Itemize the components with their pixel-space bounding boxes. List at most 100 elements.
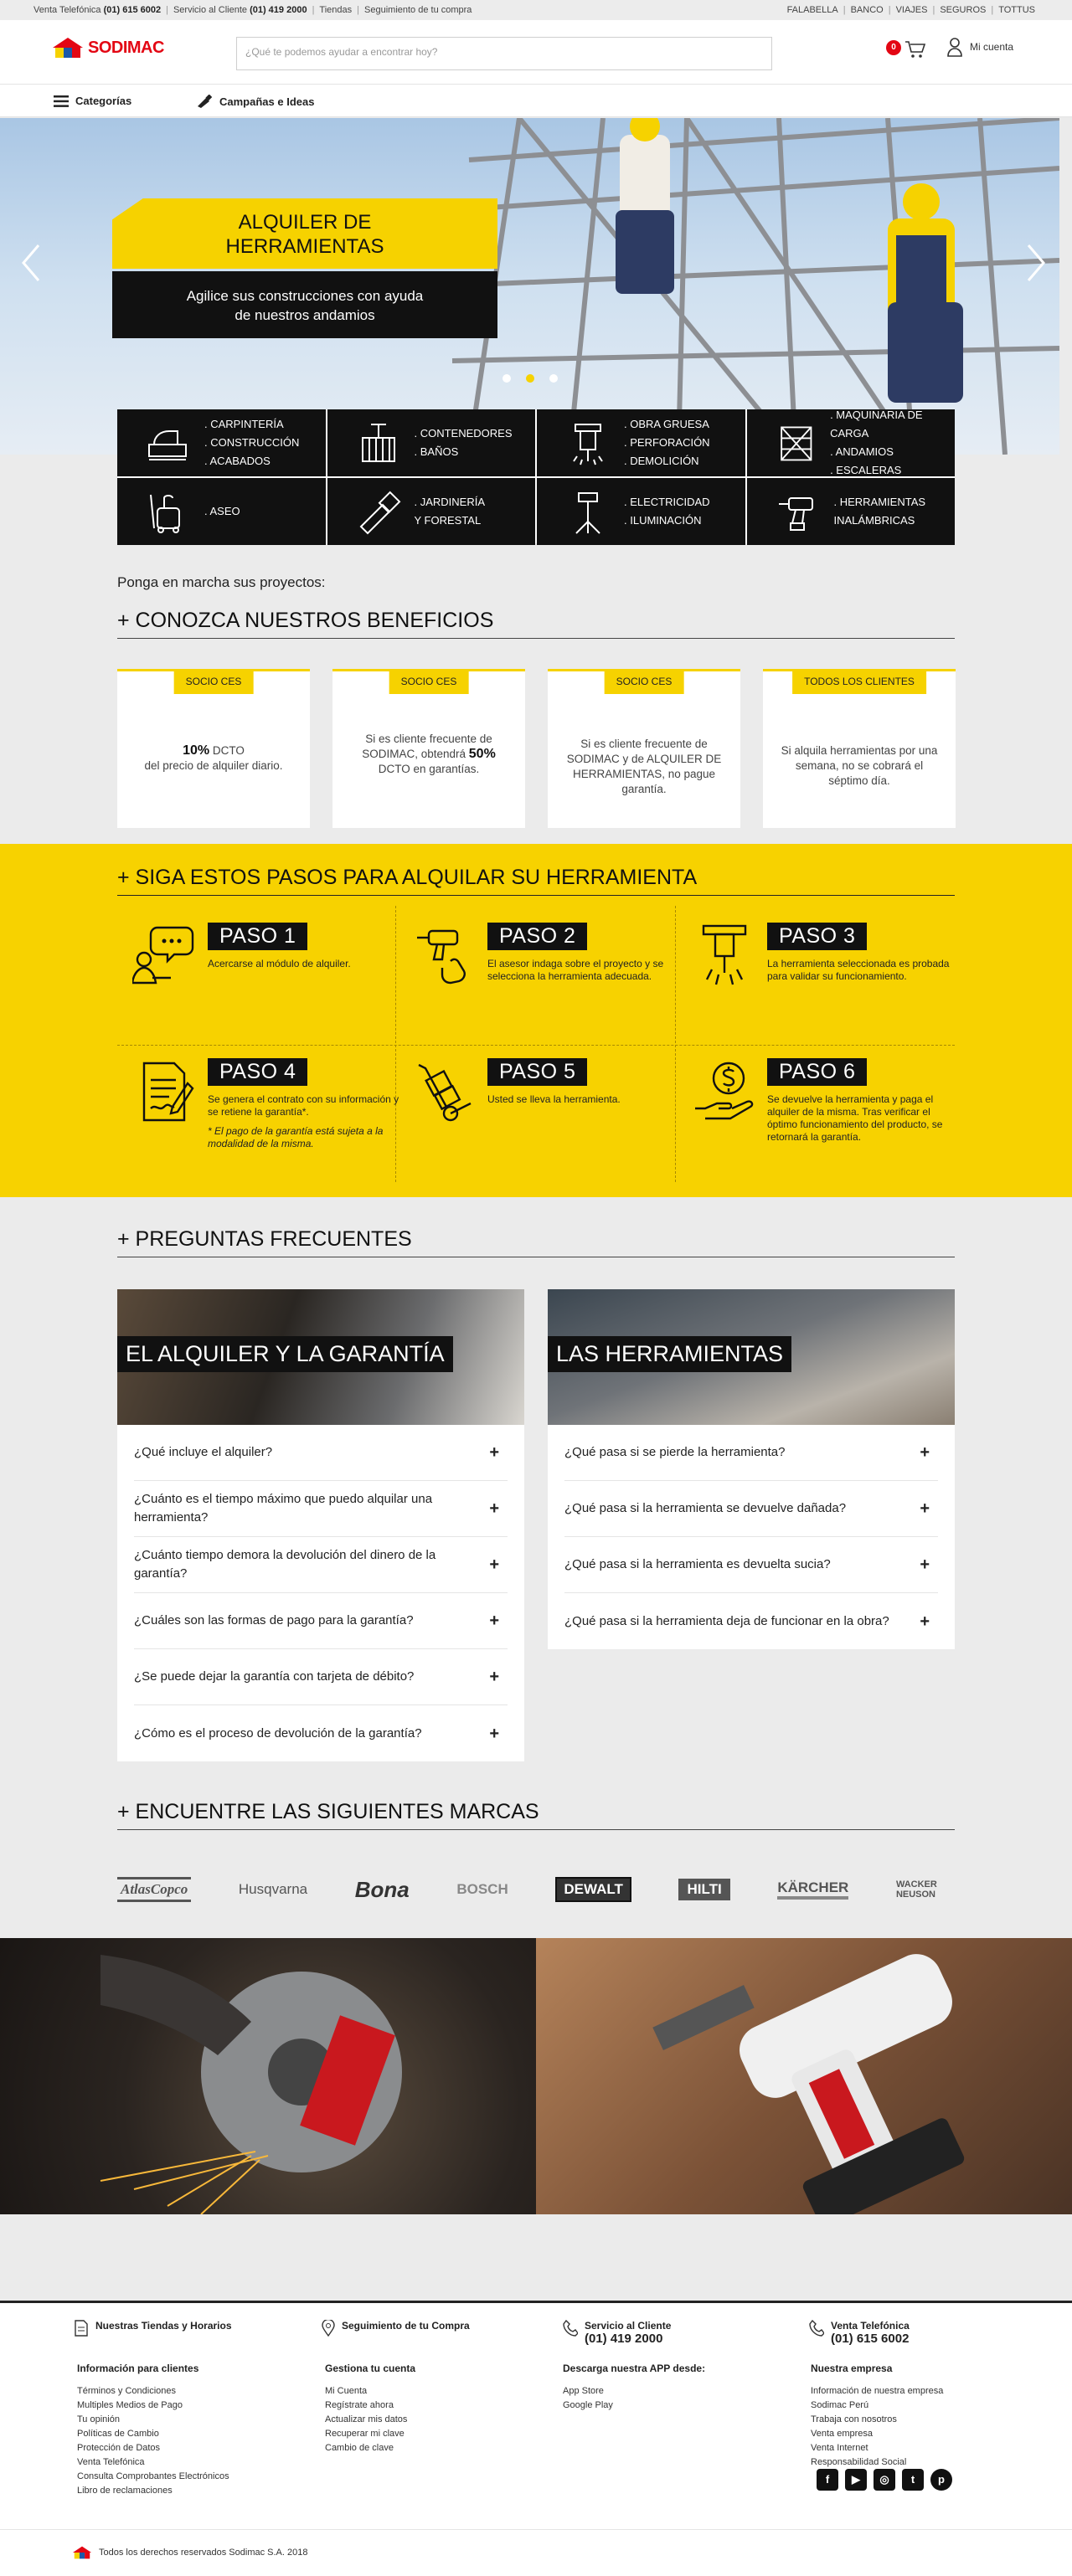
footer-link[interactable]: Protección de Datos — [77, 2441, 229, 2455]
wacker-neuson-logo[interactable]: WACKER NEUSON — [896, 1879, 955, 1900]
step-badge: PASO 3 — [767, 923, 868, 950]
footer-tracking-link[interactable]: Seguimiento de tu Compra — [322, 2320, 470, 2337]
faq-question[interactable]: ¿Qué incluye el alquiler? + — [134, 1425, 508, 1481]
footer-link[interactable]: Multiples Medios de Pago — [77, 2399, 229, 2413]
carousel-dot[interactable] — [502, 374, 511, 383]
footer-link[interactable]: Recuperar mi clave — [325, 2427, 415, 2441]
phone-sales[interactable]: Venta Telefónica (01) 615 6002 — [34, 5, 161, 15]
karcher-logo[interactable]: KÄRCHER — [777, 1879, 849, 1900]
order-tracking-link[interactable]: Seguimiento de tu compra — [364, 5, 472, 15]
chat-person-icon — [132, 926, 194, 985]
step-description: Acercarse al módulo de alquiler. — [208, 958, 351, 969]
user-icon — [947, 38, 962, 57]
pinterest-icon[interactable]: p — [930, 2469, 952, 2491]
cart-count-badge: 0 — [886, 40, 901, 55]
categories-menu[interactable]: Categorías — [54, 95, 131, 107]
site-footer: Nuestras Tiendas y Horarios Seguimiento … — [0, 2301, 1072, 2576]
account-button[interactable]: Mi cuenta — [946, 37, 1013, 57]
footer-link[interactable]: Venta empresa — [811, 2427, 943, 2441]
step-card: PASO 2 El asesor indaga sobre el proyect… — [412, 923, 688, 1040]
footer-link[interactable]: Términos y Condiciones — [77, 2384, 229, 2399]
footer-link[interactable]: Cambio de clave — [325, 2441, 415, 2455]
category-carpinteria[interactable]: . CARPINTERÍA. CONSTRUCCIÓN. ACABADOS — [117, 409, 326, 476]
bosch-logo[interactable]: BOSCH — [456, 1881, 508, 1898]
bona-logo[interactable]: Bona — [355, 1877, 410, 1903]
footer-link[interactable]: Consulta Comprobantes Electrónicos — [77, 2470, 229, 2484]
footer-customer-service[interactable]: Servicio al Cliente (01) 419 2000 — [563, 2320, 671, 2346]
step-badge: PASO 4 — [208, 1058, 308, 1086]
faq-question[interactable]: ¿Cuánto tiempo demora la devolución del … — [134, 1537, 508, 1593]
footer-link[interactable]: Trabaja con nosotros — [811, 2413, 943, 2427]
category-jardineria[interactable]: . JARDINERÍA Y FORESTAL — [327, 478, 535, 545]
faq-question[interactable]: ¿Qué pasa si se pierde la herramienta? + — [564, 1425, 938, 1481]
footer-link[interactable]: Información de nuestra empresa — [811, 2384, 943, 2399]
faq-question[interactable]: ¿Se puede dejar la garantía con tarjeta … — [134, 1649, 508, 1705]
category-electricidad[interactable]: . ELECTRICIDAD. ILUMINACIÓN — [537, 478, 745, 545]
faq-question[interactable]: ¿Cuánto es el tiempo máximo que puedo al… — [134, 1481, 508, 1537]
faq-question[interactable]: ¿Qué pasa si la herramienta deja de func… — [564, 1593, 938, 1649]
falabella-link[interactable]: FALABELLA — [787, 5, 838, 15]
viajes-link[interactable]: VIAJES — [896, 5, 928, 15]
hilti-logo[interactable]: HILTI — [678, 1879, 730, 1900]
footer-link[interactable]: Venta Internet — [811, 2441, 943, 2455]
drill-illustration — [652, 1954, 965, 2214]
faq-question[interactable]: ¿Qué pasa si la herramienta es devuelta … — [564, 1537, 938, 1593]
footer-link[interactable]: Políticas de Cambio — [77, 2427, 229, 2441]
banco-link[interactable]: BANCO — [851, 5, 884, 15]
faq-tools-photo: LAS HERRAMIENTAS — [548, 1289, 955, 1425]
chainsaw-icon — [359, 491, 400, 535]
sodimac-logo[interactable]: SODIMAC — [52, 37, 164, 59]
search-input[interactable]: ¿Qué te podemos ayudar a encontrar hoy? — [236, 37, 772, 70]
copyright: Todos los derechos reservados Sodimac S.… — [72, 2546, 307, 2559]
footer-link[interactable]: Venta Telefónica — [77, 2455, 229, 2470]
footer-stores-link[interactable]: Nuestras Tiendas y Horarios — [74, 2320, 232, 2337]
footer-link[interactable]: Tu opinión — [77, 2413, 229, 2427]
footer-link[interactable]: Sodimac Perú — [811, 2399, 943, 2413]
twitter-icon[interactable]: t — [902, 2469, 924, 2491]
footer-link[interactable]: Actualizar mis datos — [325, 2413, 415, 2427]
instagram-icon[interactable]: ◎ — [874, 2469, 895, 2491]
stores-link[interactable]: Tiendas — [319, 5, 352, 15]
category-herramientas[interactable]: . HERRAMIENTAS INALÁMBRICAS — [746, 478, 955, 545]
step-description: Se devuelve la herramienta y paga el alq… — [767, 1093, 943, 1143]
plus-icon: + — [489, 1724, 499, 1743]
footer-phone-sales[interactable]: Venta Telefónica (01) 615 6002 — [809, 2320, 910, 2346]
footer-link[interactable]: App Store — [563, 2384, 705, 2399]
faq-question[interactable]: ¿Qué pasa si la herramienta se devuelve … — [564, 1481, 938, 1537]
scaffold-icon — [780, 426, 812, 461]
faq-question[interactable]: ¿Cuáles son las formas de pago para la g… — [134, 1593, 508, 1649]
top-utility-bar: Venta Telefónica (01) 615 6002 | Servici… — [0, 0, 1072, 20]
chevron-left-icon[interactable] — [18, 242, 44, 284]
footer-link[interactable]: Mi Cuenta — [325, 2384, 415, 2399]
footer-col-clients: Información para clientes Términos y Con… — [77, 2362, 229, 2498]
husqvarna-logo[interactable]: Husqvarna — [239, 1881, 307, 1898]
benefit-tag: SOCIO CES — [604, 669, 684, 694]
category-maquinaria[interactable]: . MAQUINARIA DE CARGA. ANDAMIOS. ESCALER… — [746, 409, 955, 476]
category-obra-gruesa[interactable]: . OBRA GRUESA. PERFORACIÓN. DEMOLICIÓN — [537, 409, 745, 476]
carousel-dot-active[interactable] — [526, 374, 534, 383]
steps-title: + SIGA ESTOS PASOS PARA ALQUILAR SU HERR… — [117, 866, 955, 896]
dewalt-logo[interactable]: DEWALT — [555, 1877, 631, 1902]
seguros-link[interactable]: SEGUROS — [940, 5, 986, 15]
category-contenedores[interactable]: . CONTENEDORES. BAÑOS — [327, 409, 535, 476]
benefit-tag: SOCIO CES — [389, 669, 469, 694]
youtube-icon[interactable]: ▶ — [845, 2469, 867, 2491]
carousel-dot[interactable] — [549, 374, 558, 383]
footer-link[interactable]: Regístrate ahora — [325, 2399, 415, 2413]
facebook-icon[interactable]: f — [817, 2469, 838, 2491]
faq-question[interactable]: ¿Cómo es el proceso de devolución de la … — [134, 1705, 508, 1761]
tottus-link[interactable]: TOTTUS — [998, 5, 1035, 15]
footer-link[interactable]: Libro de reclamaciones — [77, 2484, 229, 2498]
campaigns-menu[interactable]: Campañas e Ideas — [196, 95, 314, 108]
footer-link[interactable]: Responsabilidad Social — [811, 2455, 943, 2470]
customer-service[interactable]: Servicio al Cliente (01) 419 2000 — [173, 5, 307, 15]
chevron-right-icon[interactable] — [1023, 242, 1049, 284]
hand-truck-icon — [418, 1063, 472, 1122]
footer-link[interactable]: Google Play — [563, 2399, 705, 2413]
category-aseo[interactable]: . ASEO — [117, 478, 326, 545]
intro-text: Ponga en marcha sus proyectos: — [117, 574, 326, 590]
faq-panel-rental: EL ALQUILER Y LA GARANTÍA ¿Qué incluye e… — [117, 1289, 524, 1761]
atlascopco-logo[interactable]: AtlasCopco — [117, 1877, 192, 1902]
footer-col-account: Gestiona tu cuenta Mi Cuenta Regístrate … — [325, 2362, 415, 2455]
cart-button[interactable]: 0 — [886, 37, 928, 62]
